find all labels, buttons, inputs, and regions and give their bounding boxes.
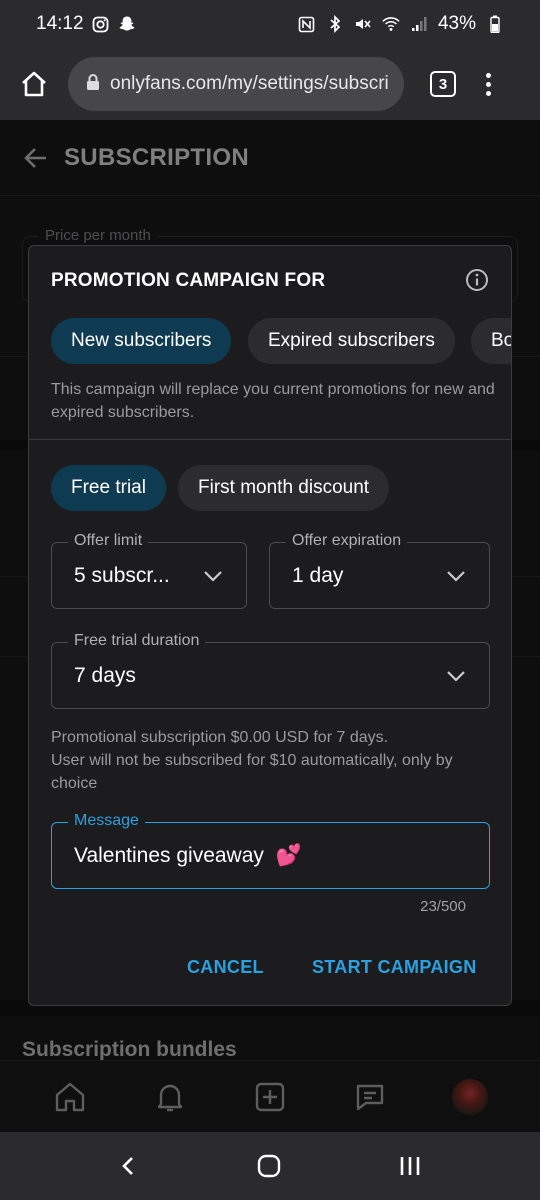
wifi-icon [382, 15, 400, 33]
info-icon[interactable] [465, 268, 489, 292]
instagram-icon [92, 15, 110, 33]
home-button[interactable] [14, 64, 54, 104]
lock-icon [86, 73, 100, 96]
status-time: 14:12 [36, 13, 84, 34]
signal-icon [410, 15, 428, 33]
android-nav-bar [0, 1132, 540, 1200]
offer-expiration-label: Offer expiration [286, 532, 408, 550]
tab-first-month-discount[interactable]: First month discount [178, 465, 390, 511]
two-hearts-emoji: 💕 [275, 844, 302, 867]
offer-limit-value: 5 subscr... [74, 564, 170, 587]
offer-expiration-value: 1 day [292, 564, 344, 587]
url-text: onlyfans.com/my/settings/subscrip [110, 73, 390, 94]
address-bar[interactable]: onlyfans.com/my/settings/subscrip [68, 57, 404, 111]
home-nav-icon[interactable] [256, 1153, 282, 1179]
tab-free-trial[interactable]: Free trial [51, 465, 166, 511]
tab-both[interactable]: Bo [471, 318, 511, 364]
message-label: Message [68, 812, 145, 830]
promo-summary-line2: User will not be subscribed for $10 auto… [51, 752, 453, 792]
chevron-down-icon [447, 671, 465, 682]
battery-percent: 43% [437, 13, 476, 34]
tab-new-subscribers[interactable]: New subscribers [51, 318, 232, 364]
message-input[interactable]: Message Valentines giveaway 💕 [51, 812, 490, 889]
chevron-down-icon [204, 571, 222, 582]
home-icon [22, 71, 46, 97]
offer-expiration-select[interactable]: Offer expiration 1 day [269, 532, 490, 609]
nfc-icon [298, 15, 316, 33]
character-counter: 23/500 [420, 898, 466, 915]
offer-limit-select[interactable]: Offer limit 5 subscr... [51, 532, 247, 609]
snapchat-icon [118, 15, 136, 33]
back-nav-icon[interactable] [117, 1154, 141, 1178]
chevron-down-icon [447, 571, 465, 582]
campaign-note: This campaign will replace you current p… [51, 381, 495, 421]
cancel-button[interactable]: CANCEL [187, 957, 264, 978]
promo-summary: Promotional subscription $0.00 USD for 7… [51, 726, 491, 795]
promotion-campaign-dialog: PROMOTION CAMPAIGN FOR New subscribers E… [28, 245, 512, 1006]
promo-summary-line1: Promotional subscription $0.00 USD for 7… [51, 729, 389, 746]
mute-icon [354, 15, 372, 33]
free-trial-duration-value: 7 days [74, 664, 136, 687]
browser-toolbar: onlyfans.com/my/settings/subscrip 3 [0, 48, 540, 120]
free-trial-duration-select[interactable]: Free trial duration 7 days [51, 632, 490, 709]
message-text: Valentines giveaway [74, 844, 264, 867]
tab-switcher-button[interactable]: 3 [430, 71, 456, 97]
start-campaign-button[interactable]: START CAMPAIGN [312, 957, 477, 978]
recents-nav-icon[interactable] [397, 1154, 423, 1178]
more-options-button[interactable] [486, 72, 491, 96]
battery-icon [486, 15, 504, 33]
offer-limit-label: Offer limit [68, 532, 149, 550]
dialog-title: PROMOTION CAMPAIGN FOR [51, 270, 326, 291]
divider [29, 439, 511, 440]
free-trial-duration-label: Free trial duration [68, 632, 206, 650]
message-value: Valentines giveaway 💕 [74, 844, 302, 868]
tab-expired-subscribers[interactable]: Expired subscribers [248, 318, 455, 364]
bluetooth-icon [326, 15, 344, 33]
status-bar: 14:12 43% [0, 0, 540, 48]
